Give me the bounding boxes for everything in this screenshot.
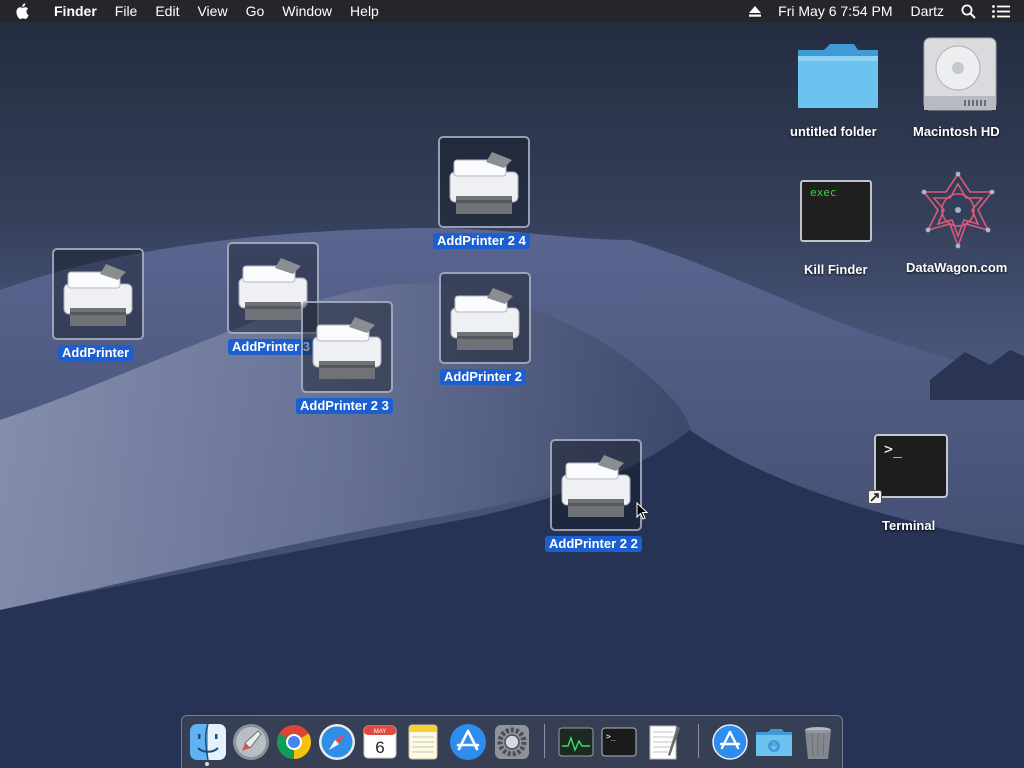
- desktop-icon-label: AddPrinter 2 3: [296, 398, 393, 414]
- dock-running-indicator: [205, 762, 209, 766]
- calendar-month: MAY: [374, 729, 387, 735]
- printer-icon: [450, 288, 520, 350]
- menubar-clock[interactable]: Fri May 6 7:54 PM: [769, 0, 901, 22]
- textedit-icon: [649, 725, 680, 760]
- desktop-icon-macintosh-hd[interactable]: Macintosh HD: [908, 32, 1018, 140]
- menubar-user[interactable]: Dartz: [902, 0, 953, 22]
- terminal-app-icon: >_: [874, 434, 948, 498]
- system-preferences-icon: [495, 725, 529, 759]
- dock-item-activity-monitor[interactable]: [556, 722, 596, 762]
- printer-icon: [449, 152, 519, 214]
- terminal-dock-prompt: >_: [606, 732, 616, 741]
- folder-icon: [798, 44, 878, 108]
- desktop-icon-addprinter-2-2[interactable]: AddPrinter 2 2: [545, 439, 659, 555]
- dock-separator: [698, 724, 699, 758]
- dock-item-terminal[interactable]: >_: [599, 722, 639, 762]
- activity-monitor-icon: [558, 727, 594, 757]
- printer-icon: [561, 455, 631, 517]
- exec-icon: exec: [800, 180, 872, 242]
- calendar-icon: MAY 6: [363, 725, 397, 759]
- downloads-folder-icon: [756, 729, 792, 756]
- spotlight-search-icon[interactable]: [953, 0, 984, 22]
- dock-item-app-store[interactable]: [448, 722, 488, 762]
- menu-view[interactable]: View: [188, 0, 236, 22]
- finder-icon: [190, 723, 226, 761]
- desktop-icon-label: AddPrinter 2 4: [433, 233, 530, 249]
- desktop-icon-label: untitled folder: [790, 124, 877, 139]
- eject-icon[interactable]: [741, 0, 769, 22]
- dock-item-calendar[interactable]: MAY 6: [360, 722, 400, 762]
- menu-go[interactable]: Go: [237, 0, 274, 22]
- desktop-icon-label: Terminal: [882, 518, 936, 533]
- desktop-icon-addprinter[interactable]: AddPrinter: [50, 248, 146, 364]
- desktop-icon-addprinter-2-3[interactable]: AddPrinter 2 3: [296, 301, 410, 417]
- launchpad-icon: [233, 724, 269, 760]
- notification-center-icon[interactable]: [984, 0, 1024, 22]
- calendar-day: 6: [375, 738, 384, 757]
- mouse-cursor-icon: [636, 502, 648, 520]
- dock-item-chrome[interactable]: [274, 722, 314, 762]
- safari-icon: [319, 724, 355, 760]
- menu-help[interactable]: Help: [341, 0, 388, 22]
- app-store-icon: [450, 724, 486, 760]
- printer-icon: [312, 317, 382, 379]
- dock-item-launchpad[interactable]: [231, 722, 271, 762]
- desktop[interactable]: AddPrinter AddPrinter 3 AddPrinter 2 3 A…: [0, 0, 1024, 768]
- dock-item-trash[interactable]: [798, 722, 838, 762]
- menu-bar: Finder File Edit View Go Window Help Fri…: [0, 0, 1024, 22]
- menu-window[interactable]: Window: [273, 0, 341, 22]
- dock-item-downloads[interactable]: [754, 722, 794, 762]
- dock-separator: [544, 724, 545, 758]
- desktop-icon-kill-finder[interactable]: exec Kill Finder: [796, 178, 886, 282]
- desktop-icon-untitled-folder[interactable]: untitled folder: [786, 36, 890, 140]
- webloc-icon: [921, 171, 995, 249]
- trash-icon: [805, 727, 831, 759]
- desktop-icon-label: AddPrinter 2: [440, 369, 527, 385]
- dock-item-system-preferences[interactable]: [492, 722, 532, 762]
- dock-item-textedit[interactable]: [644, 722, 684, 762]
- notes-icon: [408, 724, 438, 760]
- printer-icon: [63, 264, 133, 326]
- dock-item-finder[interactable]: [188, 722, 228, 762]
- exec-label: exec: [810, 186, 837, 199]
- desktop-icon-addprinter-2[interactable]: AddPrinter 2: [438, 272, 538, 388]
- menu-app-finder[interactable]: Finder: [44, 0, 106, 22]
- desktop-icon-label: Kill Finder: [804, 262, 868, 277]
- desktop-icon-addprinter-2-4[interactable]: AddPrinter 2 4: [433, 136, 547, 252]
- terminal-icon: >_: [601, 727, 637, 757]
- desktop-icon-terminal[interactable]: >_ Terminal: [866, 432, 956, 536]
- dock-item-notes[interactable]: [403, 722, 443, 762]
- desktop-icon-label: DataWagon.com: [906, 260, 1008, 275]
- dock-item-applications[interactable]: [710, 722, 750, 762]
- apple-menu-icon[interactable]: [0, 0, 44, 22]
- menu-edit[interactable]: Edit: [146, 0, 188, 22]
- desktop-icon-label: Macintosh HD: [913, 124, 1000, 139]
- dock-item-safari[interactable]: [317, 722, 357, 762]
- dock: MAY 6 >_: [181, 715, 843, 768]
- applications-folder-icon: [712, 724, 748, 760]
- desktop-icon-datawagon[interactable]: DataWagon.com: [902, 168, 1020, 280]
- alias-arrow-icon: [868, 490, 882, 504]
- menu-file[interactable]: File: [106, 0, 147, 22]
- desktop-icon-label: AddPrinter 2 2: [545, 536, 642, 552]
- chrome-icon: [277, 725, 311, 759]
- desktop-icon-label: AddPrinter: [58, 345, 134, 361]
- hard-drive-icon: [923, 37, 997, 111]
- terminal-prompt: >_: [884, 440, 903, 458]
